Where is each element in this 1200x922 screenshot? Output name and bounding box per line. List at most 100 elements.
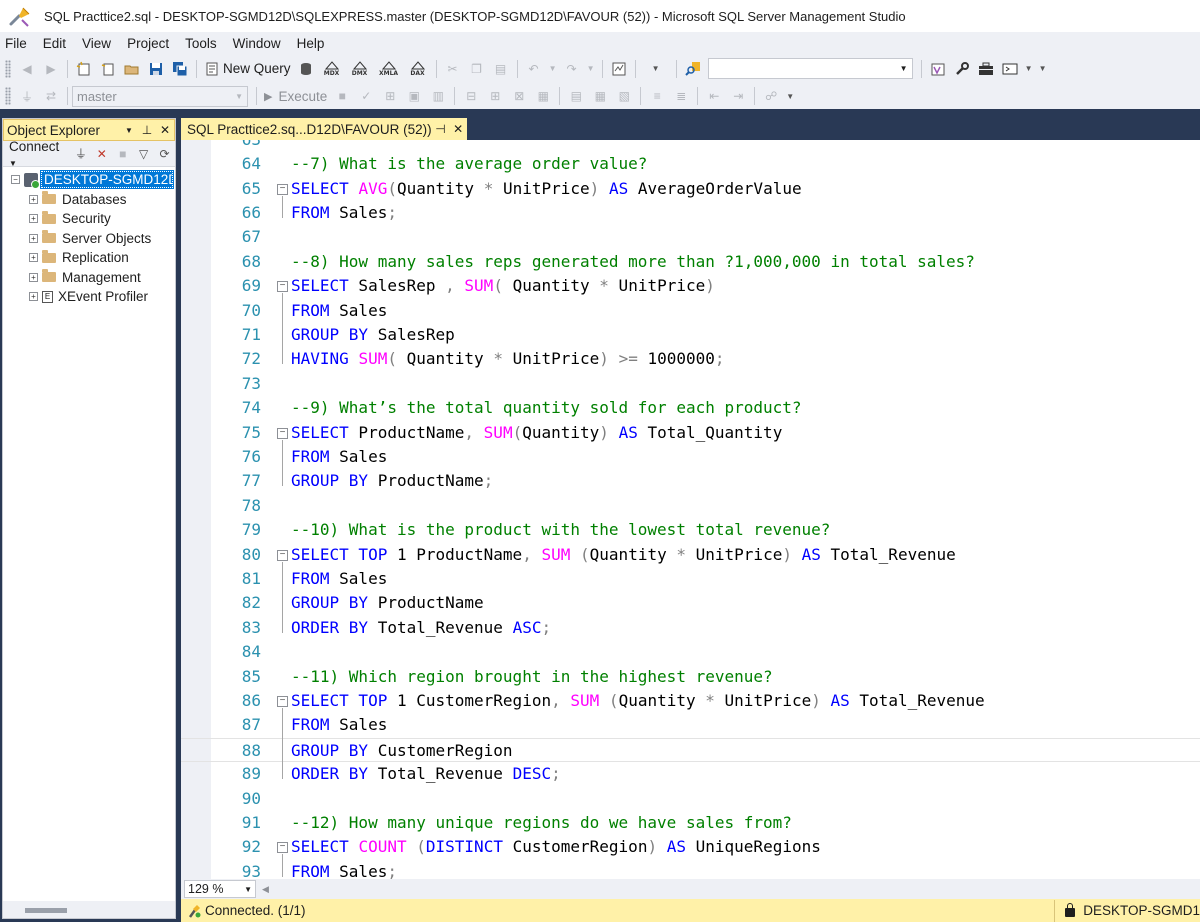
cancel-query-stop-icon[interactable]: ■ bbox=[333, 87, 351, 105]
connect-button[interactable]: Connect ▼ bbox=[9, 139, 60, 169]
code-line[interactable]: 75 − SELECT ProductName, SUM(Quantity) AS … bbox=[181, 421, 1200, 445]
results-to-grid-icon[interactable]: ▦ bbox=[591, 87, 609, 105]
menu-view[interactable]: View bbox=[76, 36, 121, 51]
save-all-icon[interactable] bbox=[171, 60, 189, 78]
code-line[interactable]: 82 GROUP BY ProductName bbox=[181, 591, 1200, 615]
code-line[interactable]: 66 FROM Sales; bbox=[181, 201, 1200, 225]
code-line[interactable]: 67 bbox=[181, 225, 1200, 249]
code-line[interactable]: 77 GROUP BY ProductName; bbox=[181, 469, 1200, 493]
search-combo[interactable]: ▼ bbox=[707, 58, 913, 79]
code-line[interactable]: 81 FROM Sales bbox=[181, 567, 1200, 591]
dmx-query-icon[interactable]: DMX bbox=[349, 60, 371, 78]
execute-button[interactable]: ▶ Execute bbox=[261, 86, 330, 106]
expand-icon[interactable]: + bbox=[29, 233, 38, 243]
pin-icon[interactable]: ⊥ bbox=[138, 123, 156, 137]
code-area[interactable]: 63 64 --7) What is the average order value… bbox=[181, 140, 1200, 879]
results-to-file-icon[interactable]: ▧ bbox=[615, 87, 633, 105]
comment-lines-icon[interactable]: ≡ bbox=[648, 87, 666, 105]
collapse-region-icon[interactable]: − bbox=[277, 842, 288, 854]
tree-node-server-objects[interactable]: + Server Objects bbox=[3, 229, 175, 249]
scroll-left-icon[interactable]: ◀ bbox=[262, 884, 269, 895]
code-line[interactable]: 92 − SELECT COUNT (DISTINCT CustomerRegion… bbox=[181, 835, 1200, 859]
toolbox-icon[interactable] bbox=[977, 60, 995, 78]
save-icon[interactable] bbox=[147, 60, 165, 78]
command-window-icon[interactable] bbox=[1001, 60, 1019, 78]
code-line[interactable]: 80 − SELECT TOP 1 ProductName, SUM (Quanti… bbox=[181, 543, 1200, 567]
tree-node-replication[interactable]: + Replication bbox=[3, 248, 175, 268]
specify-template-values-icon[interactable]: ☍ bbox=[762, 87, 780, 105]
code-line[interactable]: 76 FROM Sales bbox=[181, 445, 1200, 469]
scrollbar-thumb[interactable] bbox=[25, 908, 67, 913]
available-databases-combo[interactable]: master ▼ bbox=[72, 85, 248, 107]
code-line[interactable]: 73 bbox=[181, 372, 1200, 396]
code-line[interactable]: 74 --9) What’s the total quantity sold fo… bbox=[181, 396, 1200, 420]
new-query-button[interactable]: New Query bbox=[201, 59, 294, 79]
menu-help[interactable]: Help bbox=[291, 36, 335, 51]
cut-icon[interactable]: ✂ bbox=[444, 60, 462, 78]
code-line[interactable]: 65 − SELECT AVG(Quantity * UnitPrice) AS A… bbox=[181, 177, 1200, 201]
decrease-indent-icon[interactable]: ⇤ bbox=[705, 87, 723, 105]
pin-tab-icon[interactable]: ⊣ bbox=[432, 122, 450, 136]
properties-wrench-icon[interactable] bbox=[953, 60, 971, 78]
code-line[interactable]: 85 --11) Which region brought in the high… bbox=[181, 665, 1200, 689]
stop-icon[interactable]: ■ bbox=[115, 145, 130, 163]
code-line[interactable]: 79 --10) What is the product with the low… bbox=[181, 518, 1200, 542]
code-line[interactable]: 87 FROM Sales bbox=[181, 713, 1200, 737]
code-line[interactable]: 69 − SELECT SalesRep , SUM( Quantity * Uni… bbox=[181, 274, 1200, 298]
uncomment-lines-icon[interactable]: ≣ bbox=[672, 87, 690, 105]
code-line[interactable]: 68 --8) How many sales reps generated mor… bbox=[181, 250, 1200, 274]
dax-query-icon[interactable]: DAX bbox=[407, 60, 429, 78]
increase-indent-icon[interactable]: ⇥ bbox=[729, 87, 747, 105]
tree-node-databases[interactable]: + Databases bbox=[3, 190, 175, 210]
tree-node-server[interactable]: − DESKTOP-SGMD12D\S bbox=[3, 170, 175, 190]
code-line[interactable]: 86 − SELECT TOP 1 CustomerRegion, SUM (Qua… bbox=[181, 689, 1200, 713]
query-designer-icon[interactable]: ▣ bbox=[405, 87, 423, 105]
document-tab-active[interactable]: SQL Practtice2.sq...D12D\FAVOUR (52)) ⊣ … bbox=[181, 118, 467, 140]
menu-tools[interactable]: Tools bbox=[179, 36, 227, 51]
code-line[interactable]: 90 bbox=[181, 787, 1200, 811]
command-window-dropdown-icon[interactable]: ▼ bbox=[1025, 60, 1033, 78]
intellisense-icon[interactable]: ⊟ bbox=[462, 87, 480, 105]
change-connection-icon[interactable]: ⇄ bbox=[42, 87, 60, 105]
code-line[interactable]: 64 --7) What is the average order value? bbox=[181, 152, 1200, 176]
forward-icon[interactable]: ▶ bbox=[42, 60, 60, 78]
collapse-region-icon[interactable]: − bbox=[277, 549, 288, 561]
open-folder-icon[interactable] bbox=[123, 60, 141, 78]
connect-plug-icon[interactable]: ⏚ bbox=[73, 145, 88, 163]
code-line[interactable]: 72 HAVING SUM( Quantity * UnitPrice) >= 1… bbox=[181, 347, 1200, 371]
mdx-query-icon[interactable]: MDX bbox=[321, 60, 343, 78]
collapse-region-icon[interactable]: − bbox=[277, 696, 288, 707]
close-icon[interactable]: ✕ bbox=[156, 123, 174, 137]
zoom-combo[interactable]: 129 % ▼ bbox=[184, 880, 256, 898]
code-line[interactable]: 93 FROM Sales; bbox=[181, 860, 1200, 879]
include-actual-plan-icon[interactable]: ⊞ bbox=[486, 87, 504, 105]
back-icon[interactable]: ◀ bbox=[18, 60, 36, 78]
toolbar-overflow-icon[interactable]: ▼ bbox=[1039, 60, 1047, 78]
collapse-region-icon[interactable]: − bbox=[277, 427, 288, 439]
find-in-files-icon[interactable] bbox=[684, 60, 702, 78]
solution-configurations-dropdown-icon[interactable]: ▼ bbox=[643, 60, 669, 78]
refresh-icon[interactable]: ⟳ bbox=[157, 145, 172, 163]
menu-edit[interactable]: Edit bbox=[37, 36, 76, 51]
code-line[interactable]: 89 ORDER BY Total_Revenue DESC; bbox=[181, 762, 1200, 786]
tree-node-management[interactable]: + Management bbox=[3, 268, 175, 288]
new-file-icon[interactable] bbox=[99, 60, 117, 78]
undo-icon[interactable]: ↶ bbox=[525, 60, 543, 78]
toolbar-grip[interactable] bbox=[5, 59, 11, 78]
close-tab-icon[interactable]: ✕ bbox=[449, 122, 467, 136]
code-line[interactable]: 70 FROM Sales bbox=[181, 299, 1200, 323]
tree-node-security[interactable]: + Security bbox=[3, 209, 175, 229]
code-line[interactable]: 71 GROUP BY SalesRep bbox=[181, 323, 1200, 347]
template-explorer-icon[interactable] bbox=[929, 60, 947, 78]
new-project-icon[interactable] bbox=[75, 60, 93, 78]
display-estimated-plan-icon[interactable]: ⊞ bbox=[381, 87, 399, 105]
code-line[interactable]: 88 GROUP BY CustomerRegion bbox=[181, 737, 1200, 763]
query-editor[interactable]: 63 64 --7) What is the average order value… bbox=[181, 140, 1200, 879]
undo-dropdown-icon[interactable]: ▼ bbox=[549, 60, 557, 78]
copy-icon[interactable]: ❐ bbox=[468, 60, 486, 78]
collapse-region-icon[interactable]: − bbox=[277, 281, 288, 293]
filter-icon[interactable]: ▽ bbox=[136, 145, 151, 163]
redo-icon[interactable]: ↷ bbox=[563, 60, 581, 78]
expand-icon[interactable]: + bbox=[29, 272, 38, 282]
disconnect-icon[interactable]: ✕ bbox=[94, 145, 109, 163]
